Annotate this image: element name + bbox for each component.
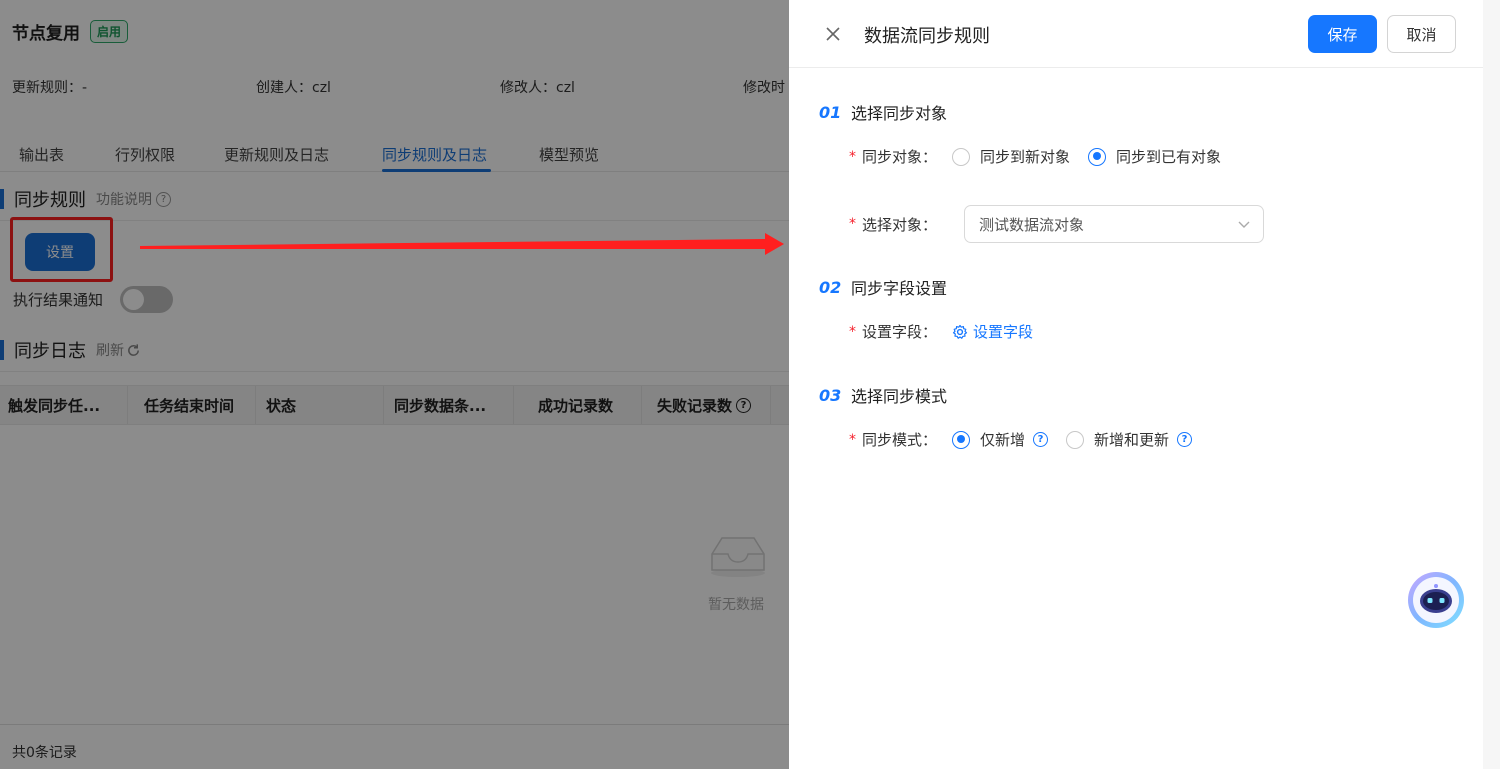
sync-rule-drawer: 数据流同步规则 保存 取消 01 选择同步对象 * 同步对象： 同步到新对象 同… [789, 0, 1500, 769]
required-mark: * [849, 216, 856, 232]
radio-label: 仅新增 [980, 431, 1026, 449]
radio-circle [952, 147, 970, 166]
step-label: 选择同步模式 [851, 387, 948, 406]
target-object-select[interactable]: 测试数据流对象 [964, 205, 1264, 243]
radio-insert-and-update[interactable]: 新增和更新 ? [1066, 429, 1193, 450]
radio-circle-checked [952, 430, 970, 449]
required-mark: * [849, 148, 856, 165]
radio-circle [1066, 430, 1085, 449]
step-select-target: 01 选择同步对象 [819, 100, 947, 124]
set-fields-link-label: 设置字段 [973, 323, 1034, 341]
radio-sync-to-existing-object[interactable]: 同步到已有对象 [1088, 146, 1221, 167]
radio-sync-to-new-object[interactable]: 同步到新对象 [952, 146, 1070, 167]
question-icon[interactable]: ? [1177, 432, 1193, 447]
select-value: 测试数据流对象 [979, 215, 1085, 234]
step-number: 02 [819, 277, 842, 297]
drawer-title: 数据流同步规则 [864, 26, 990, 47]
radio-label: 新增和更新 [1094, 431, 1170, 449]
step-number: 03 [819, 385, 842, 405]
step-field-setting: 02 同步字段设置 [819, 275, 947, 299]
radio-label: 同步到已有对象 [1116, 148, 1222, 166]
radio-label: 同步到新对象 [980, 148, 1071, 166]
question-icon[interactable]: ? [1033, 432, 1049, 447]
drawer-scrollbar[interactable] [1483, 0, 1500, 769]
gear-icon [952, 324, 968, 339]
field-setting-row: * 设置字段： 设置字段 [849, 321, 1033, 342]
sync-mode-row: * 同步模式： 仅新增 ? 新增和更新 ? [849, 429, 1210, 450]
save-button[interactable]: 保存 [1308, 15, 1377, 53]
select-target-label: 选择对象： [862, 215, 938, 234]
close-icon[interactable] [823, 24, 843, 44]
annotation-arrow [140, 233, 784, 255]
robot-assistant-icon[interactable] [1407, 571, 1465, 629]
required-mark: * [849, 431, 856, 448]
step-sync-mode: 03 选择同步模式 [819, 383, 947, 407]
step-label: 选择同步对象 [851, 104, 948, 123]
required-mark: * [849, 323, 856, 340]
sync-target-label: 同步对象： [862, 148, 938, 166]
cancel-button[interactable]: 取消 [1387, 15, 1456, 53]
drawer-header: 数据流同步规则 保存 取消 [789, 0, 1483, 68]
sync-mode-label: 同步模式： [862, 431, 938, 449]
step-label: 同步字段设置 [851, 279, 948, 298]
chevron-down-icon [1238, 221, 1250, 228]
set-fields-link[interactable]: 设置字段 [952, 321, 1033, 342]
field-setting-label: 设置字段： [862, 323, 938, 341]
step-number: 01 [819, 102, 842, 122]
select-target-row: * 选择对象： 测试数据流对象 [849, 205, 1264, 243]
radio-circle-checked [1088, 147, 1107, 166]
radio-insert-only[interactable]: 仅新增 ? [952, 429, 1049, 450]
sync-target-row: * 同步对象： 同步到新对象 同步到已有对象 [849, 146, 1239, 167]
